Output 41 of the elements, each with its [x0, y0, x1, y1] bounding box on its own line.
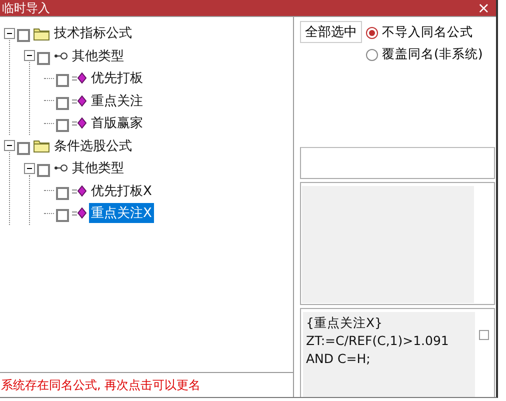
window-title: 临时导入 [1, 1, 50, 16]
expand-icon[interactable] [24, 162, 35, 174]
select-all-button[interactable]: 全部选中 [300, 21, 362, 43]
expand-icon[interactable] [24, 50, 35, 62]
checkbox[interactable] [56, 186, 69, 200]
tree-item[interactable]: 技术指标公式 [52, 23, 134, 44]
folder-icon [33, 26, 50, 41]
diamond-icon [72, 71, 87, 86]
diamond-icon [72, 206, 87, 220]
checkbox[interactable] [56, 96, 69, 110]
checkbox[interactable] [17, 142, 30, 155]
checkbox[interactable] [479, 330, 489, 340]
tree-item[interactable]: 优先打板X [89, 180, 154, 201]
code-line: {重点关注X} [306, 314, 384, 332]
checkbox[interactable] [56, 119, 69, 132]
diamond-icon [72, 94, 87, 108]
checkbox[interactable] [37, 164, 50, 178]
option-label: 不导入同名公式 [382, 24, 473, 41]
radio-button[interactable] [366, 48, 378, 60]
tree-item[interactable]: 重点关注 [89, 90, 145, 111]
expand-icon[interactable] [4, 28, 15, 39]
option-label: 覆盖同名(非系统) [382, 46, 483, 63]
code-line: ZT:=C/REF(C,1)>1.091 [306, 332, 450, 350]
diamond-icon [72, 116, 87, 130]
status-message: 系统存在同名公式, 再次点击可以更名 [1, 376, 201, 394]
close-button[interactable]: × [477, 1, 496, 16]
diamond-icon [72, 184, 87, 198]
tree-item[interactable]: 首版赢家 [89, 113, 145, 134]
tree-item[interactable]: 条件选股公式 [52, 136, 134, 156]
radio-button[interactable] [366, 26, 378, 38]
folder-icon [33, 138, 50, 154]
tree-item[interactable]: 优先打板 [89, 68, 145, 88]
checkbox[interactable] [56, 209, 69, 222]
tree-item[interactable]: 其他类型 [70, 46, 126, 66]
code-line: AND C=H; [306, 350, 372, 368]
checkbox[interactable] [17, 29, 30, 42]
checkbox[interactable] [37, 52, 50, 65]
checkbox[interactable] [56, 74, 69, 88]
tree-item[interactable]: 其他类型 [70, 158, 126, 178]
expand-icon[interactable] [4, 140, 15, 152]
tree-item[interactable]: 重点关注X [89, 203, 154, 224]
